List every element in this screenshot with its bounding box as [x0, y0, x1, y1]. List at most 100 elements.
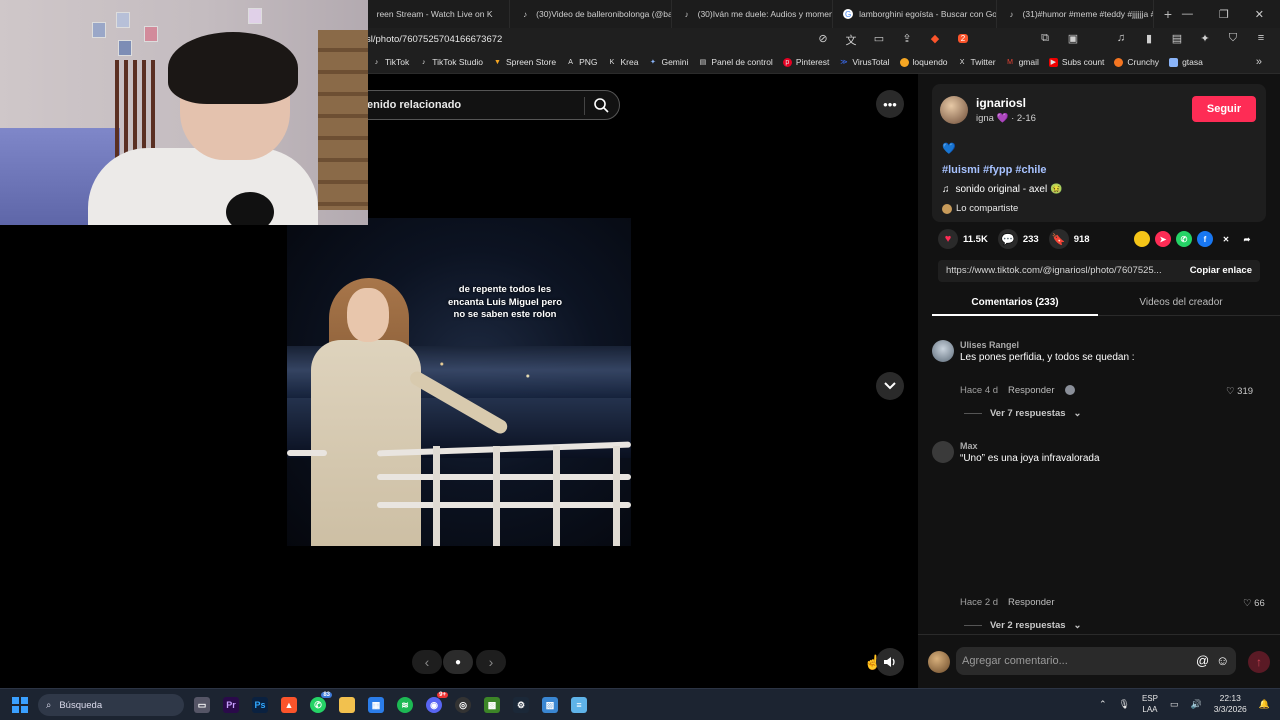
minimize-icon[interactable]: —	[1182, 8, 1193, 21]
bookmark-tiktok-studio[interactable]: ♪ TikTok Studio	[419, 57, 483, 67]
author-avatar[interactable]	[940, 96, 968, 124]
premiere-icon[interactable]: Pr	[221, 694, 241, 716]
reply-button[interactable]: Responder	[1008, 597, 1054, 608]
view-replies-button[interactable]: Ver 2 respuestas ⌄	[964, 620, 1082, 631]
new-tab-button[interactable]: +	[1154, 6, 1182, 22]
browser-tab[interactable]: G lamborghini egoísta - Buscar con Go	[833, 0, 997, 28]
browser-tab[interactable]: ♪ (30)Video de balleronibolonga (@ba	[510, 0, 672, 28]
url-field[interactable]: sl/photo/7607525704166673672	[366, 34, 502, 45]
x-share-icon[interactable]: ✕	[1218, 231, 1234, 247]
taskbar-search[interactable]: ⌕ Búsqueda	[38, 694, 184, 716]
rewards-icon[interactable]: 2	[956, 32, 970, 48]
cast-icon[interactable]: ▭	[872, 32, 886, 48]
save-button[interactable]: 🔖 918	[1048, 229, 1090, 249]
post-photo[interactable]: de repente todos les encanta Luis Miguel…	[287, 218, 631, 546]
notepad-icon[interactable]: ≡	[569, 694, 589, 716]
bookmark-virustotal[interactable]: ≫ VirusTotal	[839, 57, 889, 67]
media-icon[interactable]: ♫	[1114, 32, 1128, 48]
commenter-name[interactable]: Max	[960, 441, 978, 451]
volume-button[interactable]	[876, 648, 904, 676]
bookmark-gmail[interactable]: Mgmail	[1006, 57, 1039, 67]
speaker-icon[interactable]: 🔊	[1190, 699, 1201, 710]
vpn-icon[interactable]: ⛉	[1226, 32, 1240, 48]
tray-overflow-icon[interactable]: ⌃	[1099, 699, 1107, 710]
whatsapp-icon[interactable]: ✆ 83	[308, 692, 332, 716]
previous-photo-button[interactable]: ‹	[412, 650, 442, 674]
leo-icon[interactable]: ✦	[1198, 32, 1212, 48]
task-view-icon[interactable]: ▭	[192, 694, 212, 716]
brave-icon[interactable]: ▲	[279, 694, 299, 716]
folder-icon[interactable]	[337, 694, 357, 716]
language-indicator[interactable]: ESP LAA	[1142, 693, 1158, 715]
author-username[interactable]: ignariosl	[976, 96, 1026, 110]
coin-icon[interactable]	[1134, 231, 1150, 247]
extensions-icon[interactable]: ⧉	[1038, 32, 1052, 48]
restore-icon[interactable]: ❐	[1219, 8, 1229, 21]
screenshot-icon[interactable]: ▣	[1066, 32, 1080, 48]
microphone-icon[interactable]: 🎙	[1119, 699, 1130, 710]
menu-icon[interactable]: ≡	[1254, 32, 1268, 48]
search-icon[interactable]	[593, 97, 609, 113]
browser-tab[interactable]: ♪ (31)#humor #meme #teddy #jjjjjja #	[997, 0, 1155, 28]
share-arrow-icon[interactable]: ➦	[1239, 231, 1255, 247]
view-replies-button[interactable]: Ver 7 respuestas ⌄	[964, 408, 1082, 419]
steam-icon[interactable]: ⚙	[511, 694, 531, 716]
facebook-icon[interactable]: f	[1197, 231, 1213, 247]
bookmark-twitter[interactable]: X Twitter	[958, 57, 996, 67]
commenter-avatar[interactable]	[932, 340, 954, 362]
more-options-button[interactable]: •••	[876, 90, 904, 118]
comment-like-button[interactable]: ♡ 319	[1226, 386, 1253, 397]
related-search-box[interactable]: enido relacionado	[340, 90, 620, 120]
bookmark-subs-count[interactable]: ▶ Subs count	[1048, 57, 1104, 67]
share-icon[interactable]: ⇪	[900, 32, 914, 48]
bookmark-panel[interactable]: ▤ Panel de control	[698, 57, 773, 67]
browser-tab[interactable]: reen Stream - Watch Live on K	[367, 0, 511, 28]
reader-icon[interactable]: ⊘	[816, 32, 830, 48]
bookmark-png[interactable]: A PNG	[566, 57, 597, 67]
emoji-icon[interactable]: ☺	[1216, 653, 1229, 668]
brave-shield-icon[interactable]: ◆	[928, 32, 942, 48]
discord-icon[interactable]: ◉ 9+	[424, 692, 448, 716]
tab-comments[interactable]: Comentarios (233)	[932, 290, 1098, 316]
follow-button[interactable]: Seguir	[1192, 96, 1256, 122]
bookmark-gemini[interactable]: ✦ Gemini	[648, 57, 688, 67]
photos-icon[interactable]: ▨	[540, 694, 560, 716]
spotify-icon[interactable]: ≋	[395, 694, 415, 716]
comment-input[interactable]	[956, 647, 1236, 675]
windows-start-icon[interactable]	[12, 697, 28, 713]
whatsapp-icon[interactable]: ✆	[1176, 231, 1192, 247]
sidebar-icon[interactable]: ▮	[1142, 32, 1156, 48]
bookmark-loquendo[interactable]: loquendo	[899, 57, 948, 67]
post-link[interactable]: https://www.tiktok.com/@ignariosl/photo/…	[946, 265, 1174, 276]
music-link[interactable]: ♫ sonido original - axel 🤢	[942, 184, 1062, 195]
close-icon[interactable]: ✕	[1255, 8, 1264, 21]
comment-button[interactable]: 💬 233	[997, 229, 1039, 249]
network-icon[interactable]: ▭	[1170, 699, 1179, 710]
store-icon[interactable]: ▦	[366, 694, 386, 716]
hashtags[interactable]: #luismi #fypp #chile	[942, 164, 1047, 176]
commenter-name[interactable]: Ulises Rangel	[960, 340, 1019, 350]
send-icon[interactable]: ➤	[1155, 231, 1171, 247]
commenter-avatar[interactable]	[932, 441, 954, 463]
bookmarks-overflow-icon[interactable]: »	[1256, 56, 1262, 68]
browser-tab[interactable]: ♪ (30)Iván me duele: Audios y moment	[672, 0, 834, 28]
next-photo-button[interactable]: ›	[476, 650, 506, 674]
tab-creator-videos[interactable]: Videos del creador	[1098, 290, 1264, 316]
bookmark-gtasa[interactable]: gtasa	[1169, 57, 1203, 67]
bookmark-crunchy[interactable]: Crunchy	[1114, 57, 1159, 67]
comment-like-button[interactable]: ♡ 66	[1243, 598, 1265, 609]
obs-icon[interactable]: ◎	[453, 694, 473, 716]
bookmark-tiktok[interactable]: ♪ TikTok	[372, 57, 410, 67]
bookmark-krea[interactable]: K Krea	[607, 57, 639, 67]
send-comment-button[interactable]: ↑	[1248, 651, 1270, 673]
wallet-icon[interactable]: ▤	[1170, 32, 1184, 48]
photoshop-icon[interactable]: Ps	[250, 694, 270, 716]
next-post-button[interactable]	[876, 372, 904, 400]
bookmark-spreen-store[interactable]: ▼ Spreen Store	[493, 57, 556, 67]
like-button[interactable]: ♥ 11.5K	[938, 229, 988, 249]
translate-icon[interactable]: 文	[844, 32, 858, 48]
notification-bell-icon[interactable]: 🔔	[1259, 699, 1270, 710]
reply-button[interactable]: Responder	[1008, 385, 1054, 396]
minecraft-icon[interactable]: ▩	[482, 694, 502, 716]
clock[interactable]: 22:13 3/3/2026	[1214, 693, 1247, 715]
